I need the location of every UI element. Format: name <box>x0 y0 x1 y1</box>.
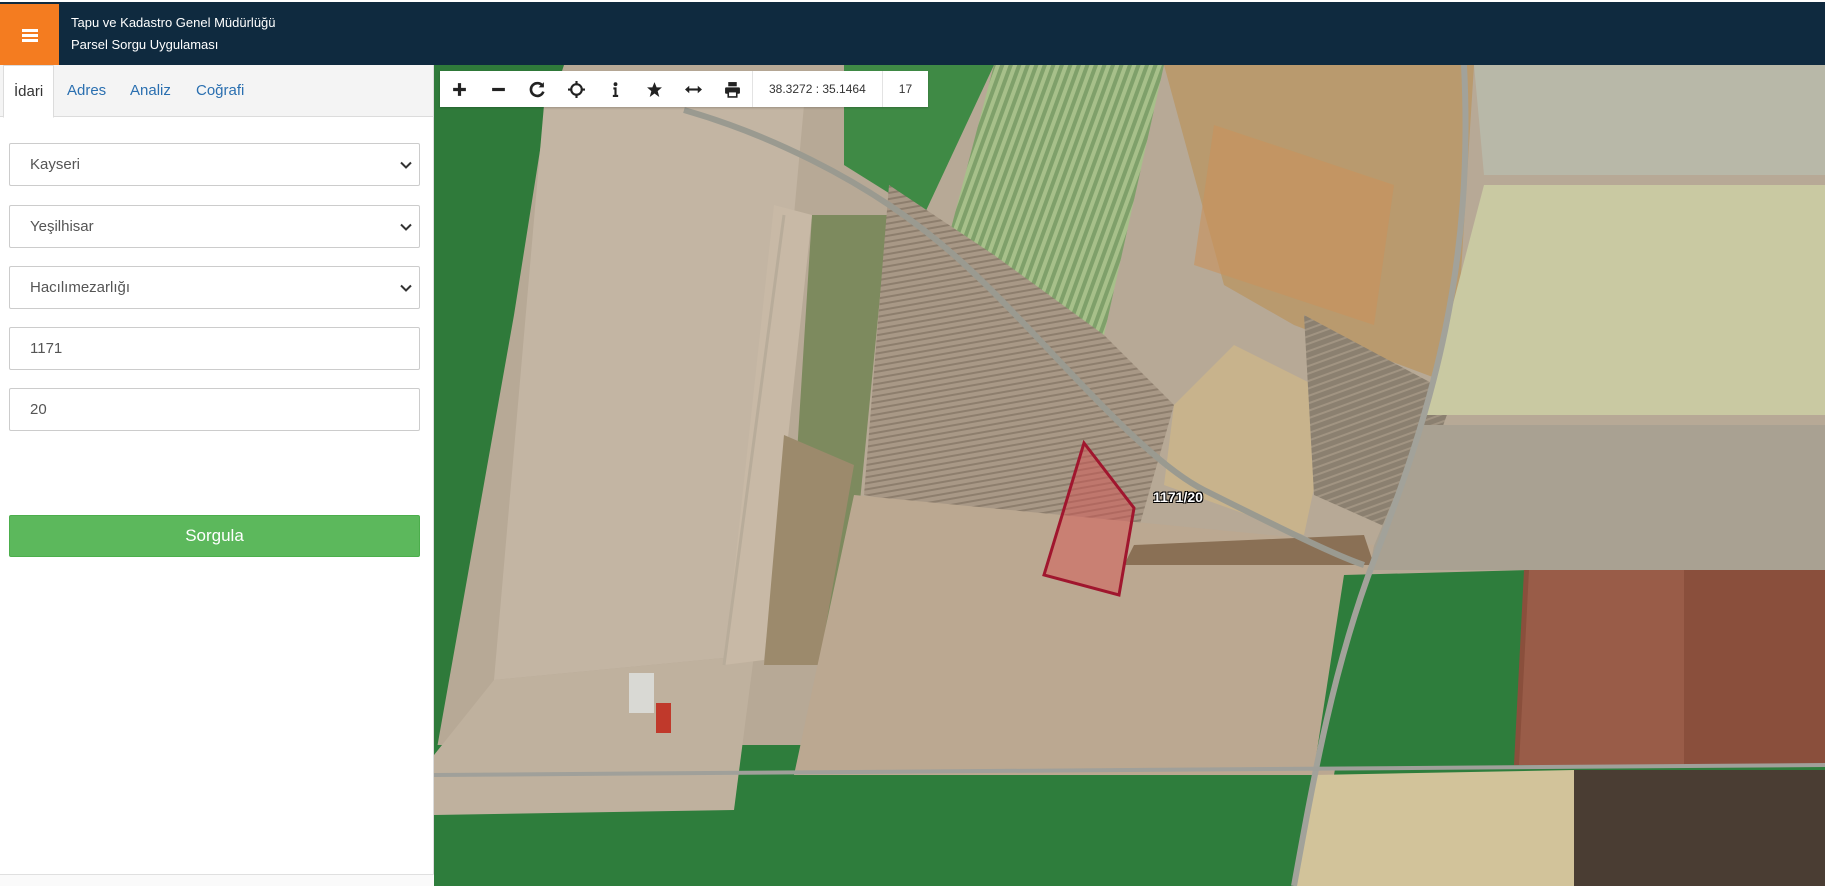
district-select-value: Yeşilhisar <box>30 218 94 235</box>
zoom-in-button[interactable] <box>440 71 479 107</box>
block-input-value: 1171 <box>30 340 63 357</box>
app-title-line1: Tapu ve Kadastro Genel Müdürlüğü <box>71 15 276 30</box>
info-icon <box>612 81 619 97</box>
zoom-out-icon <box>492 87 505 91</box>
measure-button[interactable] <box>674 71 713 107</box>
chevron-down-icon <box>393 144 419 185</box>
hamburger-icon <box>21 34 38 37</box>
app-header: Tapu ve Kadastro Genel Müdürlüğü Parsel … <box>0 0 1825 67</box>
zoom-out-button[interactable] <box>479 71 518 107</box>
tab-analiz[interactable]: Analiz <box>130 65 171 117</box>
zoom-in-icon <box>453 82 466 96</box>
province-select-value: Kayseri <box>30 156 81 173</box>
parcel-label: 1171/20 <box>1153 489 1203 505</box>
locate-icon <box>568 80 585 98</box>
parcel-input-value: 20 <box>30 401 47 418</box>
print-icon <box>725 81 740 98</box>
measure-icon <box>685 85 702 93</box>
province-select[interactable]: Kayseri <box>9 143 420 186</box>
map-view[interactable]: 38.3272 : 35.1464 17 1171/20 <box>434 65 1825 886</box>
sidebar-footer <box>0 874 434 886</box>
sidebar: İdari Adres Analiz Coğrafi Kayseri Yeşil… <box>0 65 434 886</box>
satellite-imagery <box>434 65 1825 886</box>
refresh-icon <box>529 81 545 97</box>
parcel-input[interactable]: 20 <box>9 388 420 431</box>
tab-idari[interactable]: İdari <box>3 65 55 118</box>
tab-cografi[interactable]: Coğrafi <box>196 65 244 117</box>
map-toolbar: 38.3272 : 35.1464 17 <box>440 71 929 107</box>
locate-button[interactable] <box>557 71 596 107</box>
zoom-level-readout: 17 <box>881 71 928 107</box>
coordinate-readout: 38.3272 : 35.1464 <box>752 71 882 107</box>
district-select[interactable]: Yeşilhisar <box>9 205 420 248</box>
tab-adres[interactable]: Adres <box>67 65 106 117</box>
chevron-down-icon <box>393 267 419 308</box>
print-button[interactable] <box>713 71 752 107</box>
app-title: Tapu ve Kadastro Genel Müdürlüğü Parsel … <box>71 12 276 56</box>
hamburger-menu-button[interactable] <box>0 4 59 67</box>
chevron-down-icon <box>393 206 419 247</box>
refresh-button[interactable] <box>518 71 557 107</box>
info-button[interactable] <box>596 71 635 107</box>
tab-bar: İdari Adres Analiz Coğrafi <box>0 65 433 118</box>
neighborhood-select[interactable]: Hacılımezarlığı <box>9 266 420 309</box>
neighborhood-select-value: Hacılımezarlığı <box>30 279 131 296</box>
app-title-line2: Parsel Sorgu Uygulaması <box>71 37 219 52</box>
query-button[interactable]: Sorgula <box>9 515 420 557</box>
favorite-button[interactable] <box>635 71 674 107</box>
block-input[interactable]: 1171 <box>9 327 420 370</box>
star-icon <box>647 81 662 97</box>
